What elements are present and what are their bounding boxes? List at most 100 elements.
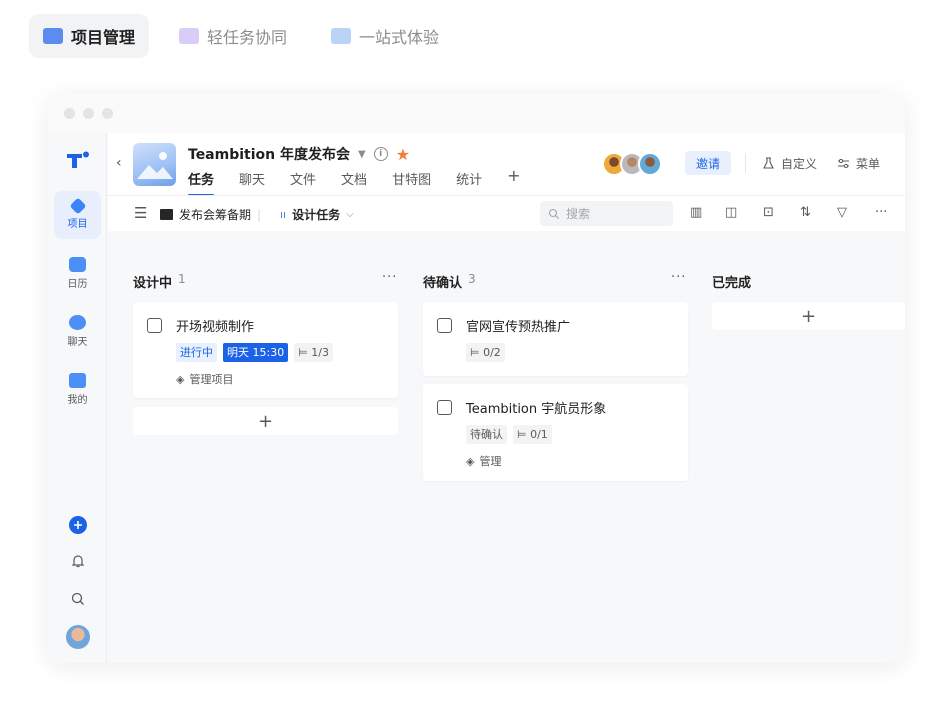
subtask-badge: ⊨ 1/3 bbox=[294, 343, 333, 362]
task-checkbox[interactable] bbox=[437, 318, 452, 333]
project-cover-image[interactable] bbox=[133, 143, 176, 186]
task-chips: 进行中 明天 15:30 ⊨ 1/3 bbox=[176, 343, 333, 362]
bell-icon[interactable] bbox=[70, 553, 86, 569]
plus-icon: + bbox=[257, 410, 274, 432]
filter-icon[interactable]: ▽ bbox=[837, 205, 847, 220]
column-header-done: 已完成 bbox=[712, 272, 751, 291]
plus-icon: + bbox=[800, 305, 817, 327]
customize-label: 自定义 bbox=[781, 157, 818, 171]
rail-item-chat[interactable]: 聊天 bbox=[54, 307, 101, 355]
tab-docs[interactable]: 文档 bbox=[341, 169, 367, 191]
project-tabs: 任务 聊天 文件 文档 甘特图 统计 + bbox=[188, 166, 546, 196]
customize-button[interactable]: 自定义 bbox=[762, 155, 817, 172]
task-project: ◈ 管理项目 bbox=[176, 371, 233, 387]
teambition-logo-icon bbox=[67, 151, 89, 168]
member-avatars[interactable] bbox=[602, 152, 662, 176]
mountain-icon bbox=[137, 152, 173, 179]
feature-tab-label: 轻任务协同 bbox=[207, 28, 288, 47]
subtask-icon: ⊨ bbox=[517, 428, 531, 441]
column-more-icon[interactable]: ··· bbox=[382, 270, 397, 285]
feature-tab-project[interactable]: 项目管理 bbox=[29, 14, 150, 58]
column-title: 待确认 bbox=[423, 276, 463, 291]
subtask-count: 1/3 bbox=[311, 346, 329, 359]
task-title: Teambition 宇航员形象 bbox=[466, 402, 607, 417]
search-icon[interactable] bbox=[70, 591, 86, 607]
toolbar-divider: | bbox=[257, 207, 262, 222]
project-title[interactable]: Teambition 年度发布会 bbox=[188, 144, 350, 164]
feature-tabs: 项目管理 轻任务协同 一站式体验 bbox=[29, 14, 469, 60]
add-task-button[interactable]: + bbox=[712, 302, 905, 330]
columns-icon[interactable]: ▥ bbox=[690, 205, 702, 220]
rail-search-wrap bbox=[48, 591, 107, 607]
invite-button[interactable]: 邀请 bbox=[685, 151, 731, 175]
rail-avatar-wrap bbox=[48, 625, 107, 649]
project-title-row: Teambition 年度发布会 ▼ i ★ bbox=[188, 144, 410, 164]
calendar-icon bbox=[69, 256, 86, 272]
member-avatar bbox=[638, 152, 662, 176]
task-card[interactable]: 开场视频制作 进行中 明天 15:30 ⊨ 1/3 ◈ 管理项目 bbox=[133, 302, 398, 398]
subtask-icon: ⊨ bbox=[470, 346, 484, 359]
feature-tab-one-stop[interactable]: 一站式体验 bbox=[317, 14, 453, 58]
search-input[interactable]: 搜索 bbox=[540, 201, 673, 226]
more-icon[interactable]: ··· bbox=[875, 205, 887, 220]
window-maximize-dot[interactable] bbox=[102, 107, 113, 119]
column-header-pending: 待确认 3 bbox=[423, 272, 476, 291]
window-minimize-dot[interactable] bbox=[83, 107, 94, 119]
status-badge: 进行中 bbox=[176, 343, 217, 362]
tab-gantt[interactable]: 甘特图 bbox=[392, 169, 431, 191]
column-title: 设计中 bbox=[133, 276, 173, 291]
column-count: 3 bbox=[468, 272, 476, 286]
task-chips: ⊨ 0/2 bbox=[466, 343, 505, 362]
task-card[interactable]: Teambition 宇航员形象 待确认 ⊨ 0/1 ◈ 管理 bbox=[423, 384, 688, 481]
hamburger-icon[interactable]: ☰ bbox=[134, 204, 147, 222]
tab-stats[interactable]: 统计 bbox=[456, 169, 482, 191]
tab-files[interactable]: 文件 bbox=[290, 169, 316, 191]
window-close-dot[interactable] bbox=[64, 107, 75, 119]
view-label: 设计任务 bbox=[292, 208, 341, 222]
subtask-count: 0/1 bbox=[530, 428, 548, 441]
rail-item-label: 聊天 bbox=[67, 336, 88, 348]
rail-item-project[interactable]: 项目 bbox=[54, 191, 101, 239]
chart-icon[interactable]: ⊡ bbox=[763, 205, 774, 220]
menu-button[interactable]: 菜单 bbox=[837, 155, 880, 172]
bar-chart-icon: ıı bbox=[280, 208, 287, 221]
feature-tab-label: 项目管理 bbox=[71, 28, 136, 47]
sort-icon[interactable]: ⇅ bbox=[800, 205, 811, 220]
laptop-icon bbox=[160, 209, 173, 220]
back-chevron-icon[interactable]: ‹ bbox=[116, 155, 122, 171]
task-checkbox[interactable] bbox=[147, 318, 162, 333]
rail-item-me[interactable]: 我的 bbox=[54, 365, 101, 413]
task-title: 官网宣传预热推广 bbox=[466, 320, 571, 335]
add-task-button[interactable]: + bbox=[133, 407, 398, 435]
rail-item-label: 我的 bbox=[67, 394, 88, 406]
rail-item-calendar[interactable]: 日历 bbox=[54, 249, 101, 297]
window-titlebar bbox=[48, 93, 905, 133]
split-view-icon[interactable]: ◫ bbox=[725, 205, 737, 220]
header-divider bbox=[745, 153, 746, 173]
add-tab-plus-icon[interactable]: + bbox=[507, 166, 520, 188]
feature-tab-light-task[interactable]: 轻任务协同 bbox=[165, 14, 301, 58]
rail-item-label: 日历 bbox=[67, 278, 88, 290]
column-more-icon[interactable]: ··· bbox=[671, 270, 686, 285]
group-selector[interactable]: 发布会筹备期 | bbox=[160, 206, 261, 223]
title-dropdown-icon[interactable]: ▼ bbox=[358, 149, 366, 160]
chat-icon bbox=[69, 314, 86, 330]
user-avatar[interactable] bbox=[65, 625, 90, 649]
menu-label: 菜单 bbox=[856, 157, 881, 171]
tab-tasks[interactable]: 任务 bbox=[188, 169, 215, 196]
tab-chat[interactable]: 聊天 bbox=[239, 169, 265, 191]
task-checkbox[interactable] bbox=[437, 400, 452, 415]
column-header-designing: 设计中 1 bbox=[133, 272, 186, 291]
task-project: ◈ 管理 bbox=[466, 453, 501, 469]
flask-icon bbox=[763, 157, 774, 169]
task-card[interactable]: 官网宣传预热推广 ⊨ 0/2 bbox=[423, 302, 688, 376]
status-badge: 待确认 bbox=[466, 425, 507, 444]
chevron-down-icon: ⌵ bbox=[346, 209, 354, 220]
info-icon[interactable]: i bbox=[373, 147, 388, 161]
project-name: 管理项目 bbox=[189, 373, 234, 386]
feature-tab-label: 一站式体验 bbox=[359, 28, 440, 47]
view-selector[interactable]: ıı 设计任务 ⌵ bbox=[280, 206, 354, 223]
rail-item-label: 项目 bbox=[67, 219, 88, 230]
add-circle-icon[interactable] bbox=[68, 515, 88, 535]
star-icon[interactable]: ★ bbox=[396, 145, 410, 164]
